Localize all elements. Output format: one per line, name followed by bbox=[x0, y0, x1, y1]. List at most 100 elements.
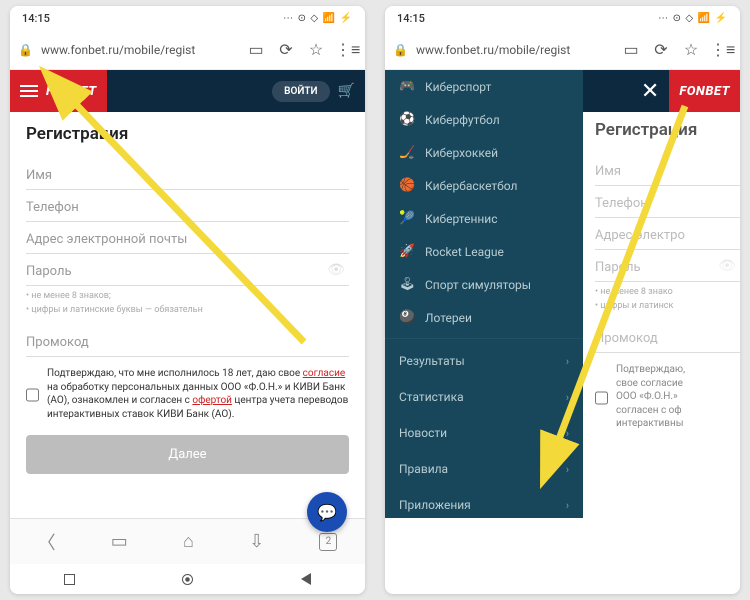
url-text: www.fonbet.ru/mobile/regist bbox=[41, 43, 237, 57]
lock-icon: 🔒 bbox=[393, 43, 408, 57]
bookmarks-icon[interactable]: ▭ bbox=[111, 531, 128, 552]
registration-form: Регистрация Имя Телефон Адрес электронно… bbox=[10, 112, 365, 518]
status-time: 14:15 bbox=[22, 12, 50, 25]
status-bar: 14:15 ⋯ ⊙ ◇ 📶 ⚡ bbox=[385, 6, 740, 30]
sport-label: Лотереи bbox=[425, 311, 472, 325]
sport-icon: 🕹 bbox=[399, 277, 415, 292]
sport-label: Киберфутбол bbox=[425, 113, 500, 127]
menu-row-label: Правила bbox=[399, 462, 448, 476]
menu-sport-item[interactable]: 🏒 Киберхоккей bbox=[385, 136, 583, 169]
download-icon[interactable]: ⇩ bbox=[249, 531, 264, 552]
home-button[interactable] bbox=[182, 574, 193, 585]
menu-nav-row[interactable]: Результаты › bbox=[385, 343, 583, 379]
hamburger-brand[interactable]: FONBET bbox=[10, 70, 107, 112]
promo-field[interactable]: Промокод bbox=[26, 325, 349, 357]
reader-icon[interactable]: ▭ bbox=[620, 40, 642, 59]
name-field[interactable]: Имя bbox=[26, 158, 349, 190]
login-button[interactable]: ВОЙТИ bbox=[272, 81, 329, 102]
chevron-right-icon: › bbox=[566, 355, 569, 368]
screenshot-right: 14:15 ⋯ ⊙ ◇ 📶 ⚡ 🔒 www.fonbet.ru/mobile/r… bbox=[385, 6, 740, 594]
menu-row-label: Новости bbox=[399, 426, 447, 440]
sport-icon: 🏒 bbox=[399, 145, 415, 160]
consent-text: Подтверждаю, что мне исполнилось 18 лет,… bbox=[47, 367, 349, 421]
consent-checkbox[interactable] bbox=[595, 365, 608, 431]
consent-row: Подтверждаю, что мне исполнилось 18 лет,… bbox=[26, 367, 349, 421]
menu-sport-item[interactable]: 🏀 Кибербаскетбол bbox=[385, 169, 583, 202]
password-field[interactable]: Пароль bbox=[26, 254, 349, 286]
phone-field[interactable]: Телефон bbox=[595, 186, 740, 218]
sport-icon: 🏀 bbox=[399, 178, 415, 193]
status-time: 14:15 bbox=[397, 12, 425, 25]
sport-label: Спорт симуляторы bbox=[425, 278, 531, 292]
browser-url-bar[interactable]: 🔒 www.fonbet.ru/mobile/regist ▭ ⟳ ☆ ⋮≡ bbox=[10, 30, 365, 70]
chat-fab[interactable]: 💬 bbox=[307, 492, 347, 532]
chevron-right-icon: › bbox=[566, 463, 569, 476]
menu-nav-row[interactable]: Приложения › bbox=[385, 487, 583, 518]
menu-sport-item[interactable]: ⚽ Киберфутбол bbox=[385, 103, 583, 136]
password-hints: не менее 8 знако цифры и латинск bbox=[595, 286, 740, 313]
consent-link-1[interactable]: согласие bbox=[303, 368, 345, 379]
reader-icon[interactable]: ▭ bbox=[245, 40, 267, 59]
menu-nav-row[interactable]: Правила › bbox=[385, 451, 583, 487]
sport-icon: 🎱 bbox=[399, 310, 415, 325]
menu-sport-item[interactable]: 🚀Rocket League bbox=[385, 235, 583, 268]
star-icon[interactable]: ☆ bbox=[680, 40, 702, 59]
status-icons: ⋯ ⊙ ◇ 📶 ⚡ bbox=[658, 13, 728, 24]
sport-label: Кибербаскетбол bbox=[425, 179, 517, 193]
promo-field[interactable]: Промокод bbox=[595, 321, 740, 353]
menu-sport-item[interactable]: 🕹 Спорт симуляторы bbox=[385, 268, 583, 301]
name-field[interactable]: Имя bbox=[595, 154, 740, 186]
email-field[interactable]: Адрес электронной почты bbox=[26, 222, 349, 254]
menu-sport-item[interactable]: 🎱 Лотереи bbox=[385, 301, 583, 334]
menu-row-label: Приложения bbox=[399, 498, 471, 512]
next-button[interactable]: Далее bbox=[26, 435, 349, 474]
page-title: Регистрация bbox=[595, 120, 740, 140]
screenshot-left: 14:15 ⋯ ⊙ ◇ 📶 ⚡ 🔒 www.fonbet.ru/mobile/r… bbox=[10, 6, 365, 594]
consent-text: Подтверждаю, свое согласие ООО «Ф.О.Н.» … bbox=[616, 363, 685, 431]
chevron-right-icon: › bbox=[566, 391, 569, 404]
email-field[interactable]: Адрес электро bbox=[595, 218, 740, 250]
browser-url-bar[interactable]: 🔒 www.fonbet.ru/mobile/regist ▭ ⟳ ☆ ⋮≡ bbox=[385, 30, 740, 70]
recents-button[interactable] bbox=[64, 574, 75, 585]
chevron-right-icon: › bbox=[566, 427, 569, 440]
refresh-icon[interactable]: ⟳ bbox=[275, 40, 297, 59]
back-button[interactable] bbox=[301, 573, 311, 585]
refresh-icon[interactable]: ⟳ bbox=[650, 40, 672, 59]
menu-nav-row[interactable]: Новости › bbox=[385, 415, 583, 451]
side-menu: 🎮Киберспорт ⚽ Киберфутбол 🏒 Киберхоккей 🏀 Кибе… bbox=[385, 70, 583, 518]
sport-label: Киберхоккей bbox=[425, 146, 498, 160]
menu-nav-row[interactable]: Статистика › bbox=[385, 379, 583, 415]
back-icon[interactable]: 〈 bbox=[38, 529, 56, 555]
brand-logo: FONBET bbox=[46, 84, 97, 99]
menu-row-label: Результаты bbox=[399, 354, 465, 368]
password-field[interactable]: Пароль bbox=[595, 250, 740, 282]
betslip-icon[interactable]: 🛒 bbox=[338, 83, 355, 99]
consent-row: Подтверждаю, свое согласие ООО «Ф.О.Н.» … bbox=[595, 363, 740, 431]
brand-logo: FONBET bbox=[679, 84, 730, 99]
star-icon[interactable]: ☆ bbox=[305, 40, 327, 59]
chevron-right-icon: › bbox=[566, 499, 569, 512]
menu-sport-item[interactable]: 🎮Киберспорт bbox=[385, 70, 583, 103]
sport-label: Rocket League bbox=[425, 245, 504, 259]
consent-link-2[interactable]: офертой bbox=[192, 395, 232, 406]
sport-icon: ⚽ bbox=[399, 112, 415, 127]
status-icons: ⋯ ⊙ ◇ 📶 ⚡ bbox=[283, 13, 353, 24]
background-page: ✕ FONBET Регистрация Имя Телефон Адрес э… bbox=[583, 70, 740, 518]
menu-icon[interactable]: ⋮≡ bbox=[710, 40, 732, 60]
url-text: www.fonbet.ru/mobile/regist bbox=[416, 43, 612, 57]
hamburger-icon[interactable] bbox=[20, 85, 38, 97]
phone-field[interactable]: Телефон bbox=[26, 190, 349, 222]
sport-label: Кибертеннис bbox=[425, 212, 498, 226]
menu-sport-item[interactable]: 🎾 Кибертеннис bbox=[385, 202, 583, 235]
sport-icon: 🎮 bbox=[399, 79, 415, 94]
status-bar: 14:15 ⋯ ⊙ ◇ 📶 ⚡ bbox=[10, 6, 365, 30]
sport-icon: 🎾 bbox=[399, 211, 415, 226]
menu-row-label: Статистика bbox=[399, 390, 464, 404]
tabs-button[interactable]: 2 bbox=[319, 533, 337, 551]
menu-icon[interactable]: ⋮≡ bbox=[335, 40, 357, 60]
consent-checkbox[interactable] bbox=[26, 369, 39, 421]
system-nav bbox=[10, 564, 365, 594]
home-icon[interactable]: ⌂ bbox=[183, 531, 194, 552]
close-icon[interactable]: ✕ bbox=[641, 79, 659, 104]
password-hints: не менее 8 знаков; цифры и латинские бук… bbox=[26, 290, 349, 317]
